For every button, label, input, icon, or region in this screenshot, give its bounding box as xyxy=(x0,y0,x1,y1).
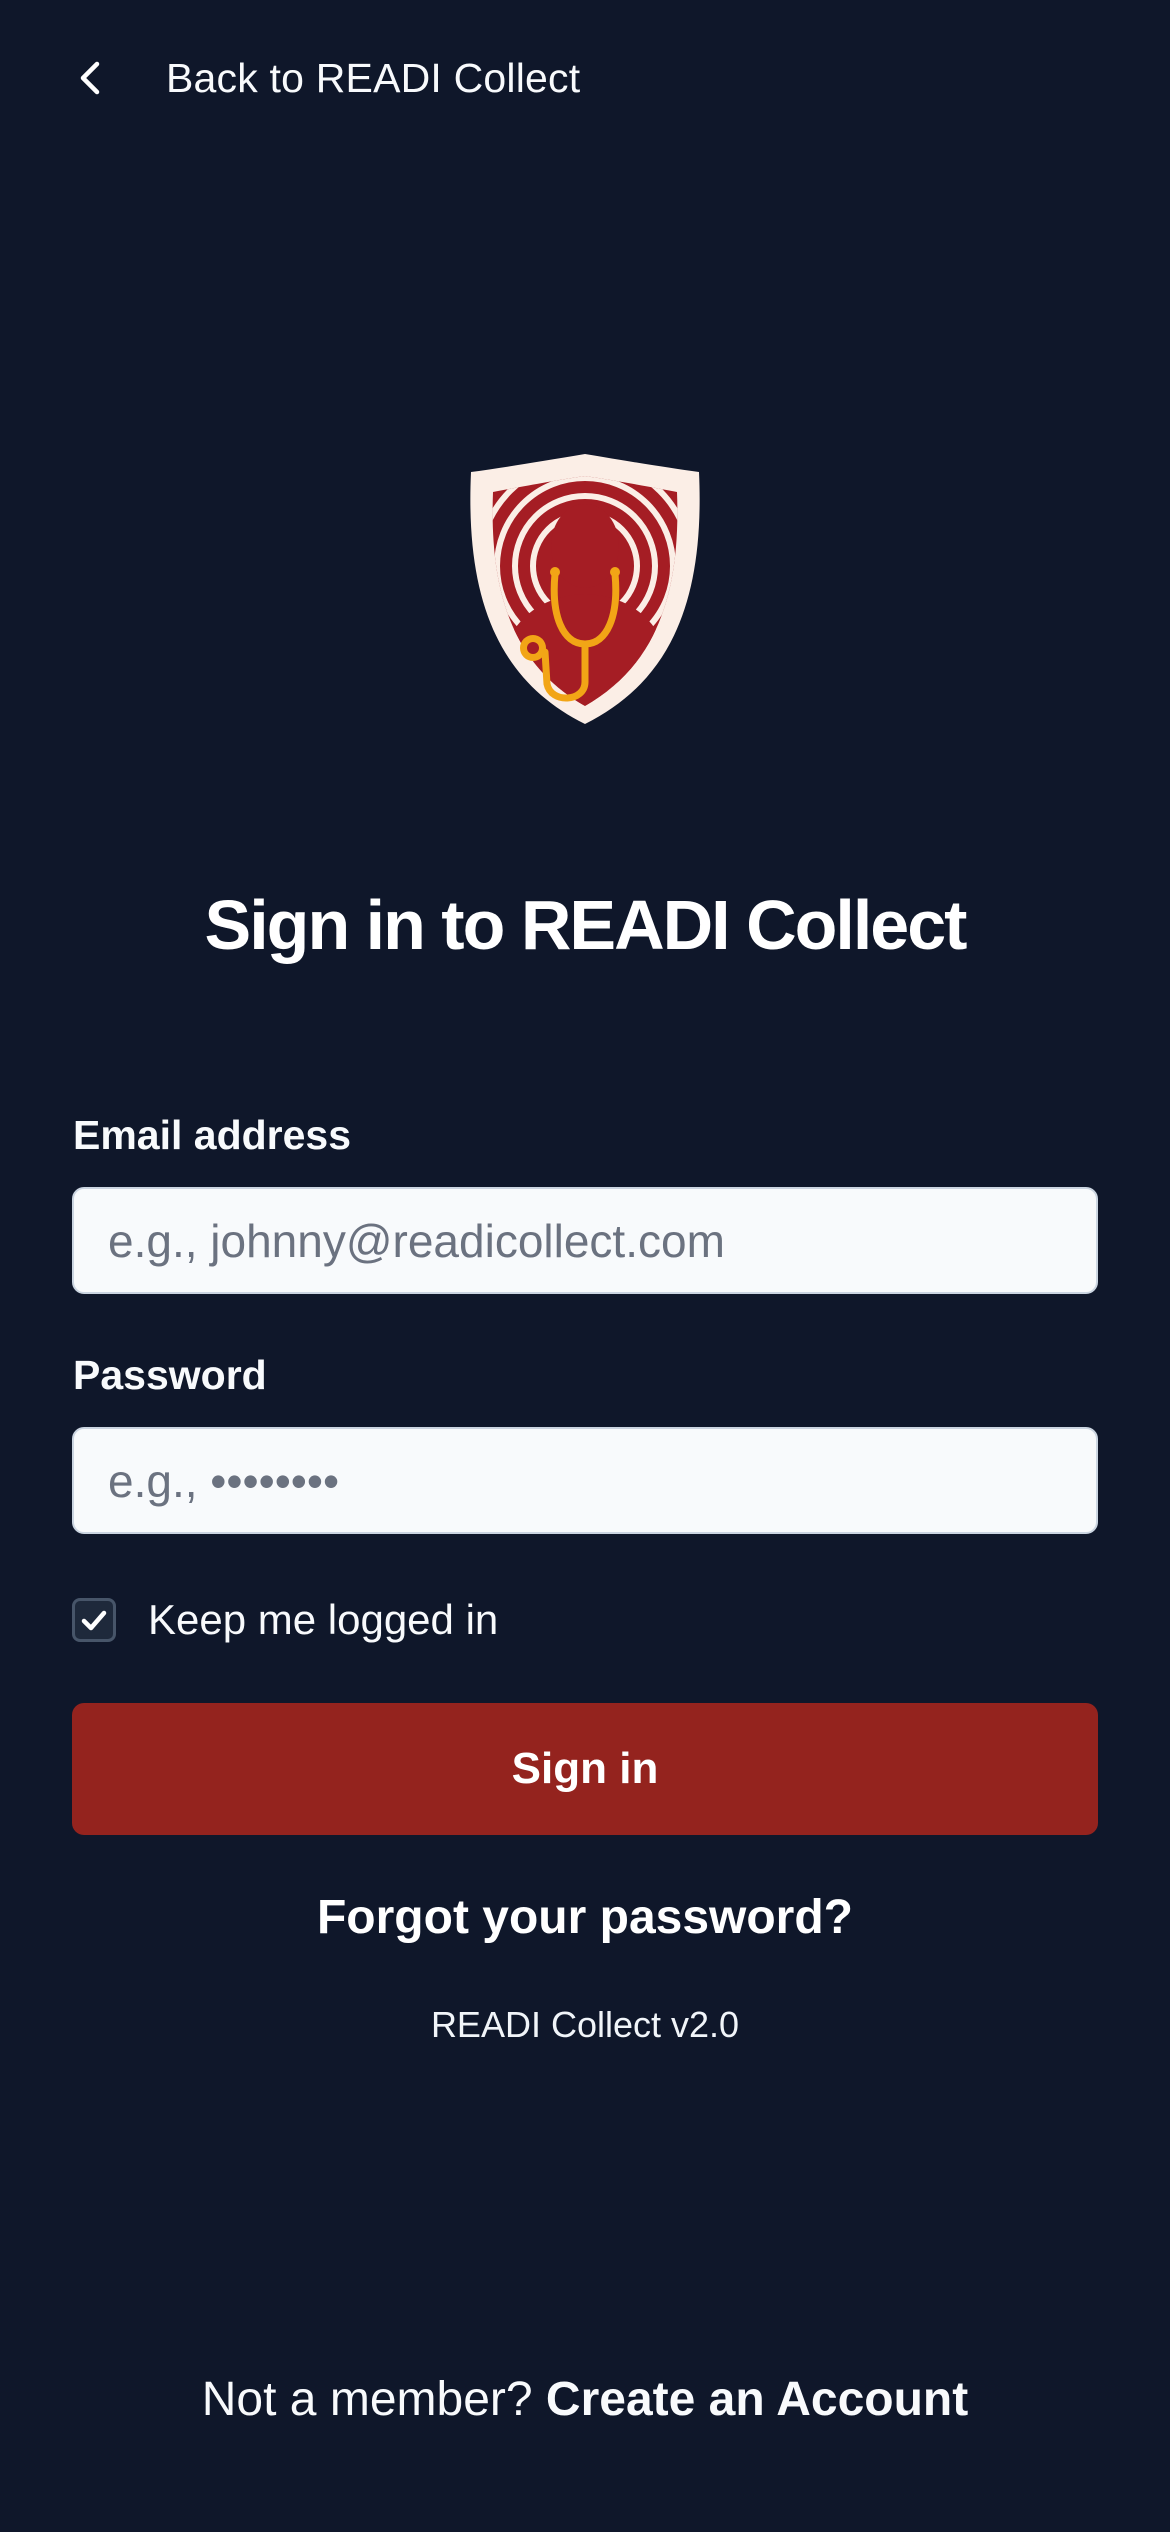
password-field[interactable] xyxy=(72,1427,1098,1534)
email-field[interactable] xyxy=(72,1187,1098,1294)
back-to-readi-collect-link[interactable]: Back to READI Collect xyxy=(72,48,580,108)
keep-logged-in-checkbox[interactable] xyxy=(72,1598,116,1642)
keep-logged-in-label: Keep me logged in xyxy=(148,1596,499,1643)
back-link-label: Back to READI Collect xyxy=(166,54,581,101)
email-label: Email address xyxy=(73,1112,352,1158)
keep-logged-in-checkbox-row[interactable]: Keep me logged in xyxy=(72,1594,498,1646)
create-account-link[interactable]: Create an Account xyxy=(546,2373,968,2426)
page-title: Sign in to READI Collect xyxy=(204,886,968,964)
password-label: Password xyxy=(73,1352,267,1398)
readi-collect-shield-logo xyxy=(455,446,715,726)
app-version: READI Collect v2.0 xyxy=(430,2004,740,2045)
forgot-password-link[interactable]: Forgot your password? xyxy=(0,1890,1170,1945)
chevron-left-icon xyxy=(72,58,112,98)
checkmark-icon xyxy=(81,1610,107,1631)
not-a-member-text: Not a member? xyxy=(201,2373,533,2426)
signup-prompt: Not a member? Create an Account xyxy=(0,2372,1170,2427)
sign-in-button[interactable]: Sign in xyxy=(72,1703,1098,1835)
